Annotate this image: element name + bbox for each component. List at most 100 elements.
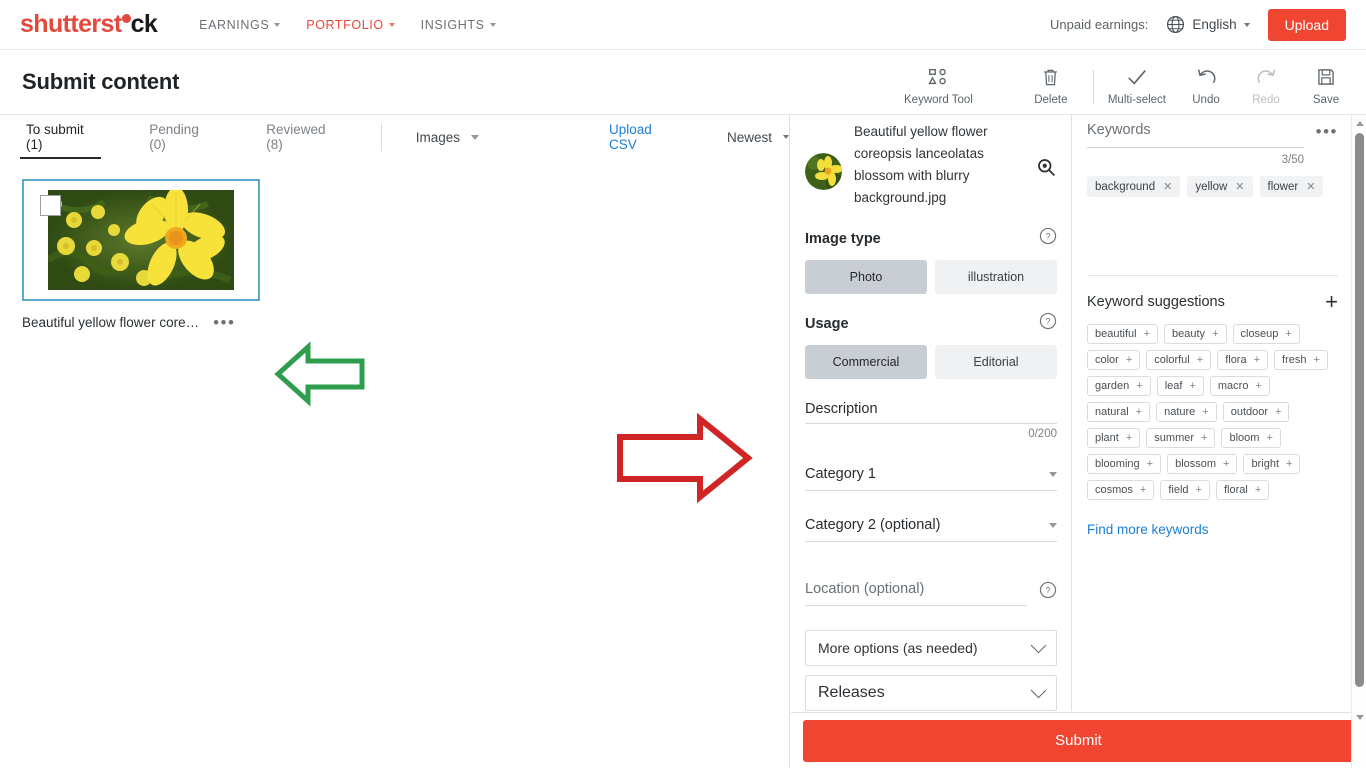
keyword-tool-button[interactable]: Keyword Tool xyxy=(904,65,973,106)
suggestion-chip[interactable]: cosmos + xyxy=(1087,480,1155,500)
suggestion-chip[interactable]: summer + xyxy=(1146,428,1216,448)
nav-right-group: Unpaid earnings: English Upload xyxy=(1050,8,1346,41)
suggestion-chip[interactable]: field + xyxy=(1160,480,1210,500)
scroll-down-arrow-icon[interactable] xyxy=(1356,715,1364,720)
save-button[interactable]: Save xyxy=(1304,65,1348,106)
shutterstock-logo[interactable]: shutterst ck xyxy=(20,10,158,39)
keyword-suggestions-header: Keyword suggestions + xyxy=(1087,291,1338,313)
nav-item-portfolio[interactable]: PORTFOLIO xyxy=(306,18,395,32)
suggestion-chip[interactable]: plant + xyxy=(1087,428,1141,448)
asset-thumbnail[interactable] xyxy=(22,179,260,301)
suggestion-chip[interactable]: floral + xyxy=(1215,480,1270,500)
red-right-arrow-annotation xyxy=(617,412,753,504)
page-scrollbar[interactable] xyxy=(1351,115,1366,768)
chevron-down-icon xyxy=(1030,682,1047,699)
plus-icon: + xyxy=(1254,484,1262,496)
suggestion-chip[interactable]: bloom + xyxy=(1221,428,1281,448)
suggestion-chip[interactable]: macro + xyxy=(1209,376,1270,396)
close-icon[interactable]: ✕ xyxy=(1306,180,1315,193)
plus-icon: + xyxy=(1139,484,1147,496)
suggestion-chip-label: field xyxy=(1168,484,1189,496)
nav-item-insights[interactable]: INSIGHTS xyxy=(421,18,496,32)
suggestion-chip[interactable]: nature + xyxy=(1156,402,1217,422)
kebab-menu-icon[interactable]: ••• xyxy=(213,314,235,331)
nav-item-earnings[interactable]: EARNINGS xyxy=(199,18,281,32)
image-type-illustration-option[interactable]: illustration xyxy=(935,260,1057,294)
suggestion-chip[interactable]: color + xyxy=(1087,350,1141,370)
question-circle-icon[interactable]: ? xyxy=(1039,227,1057,250)
keyword-chip[interactable]: flower ✕ xyxy=(1259,176,1324,197)
tab-reviewed[interactable]: Reviewed (8) xyxy=(264,115,339,159)
submit-bar: Submit xyxy=(791,712,1366,768)
suggestion-chip-label: outdoor xyxy=(1230,406,1269,418)
asset-caption-row: Beautiful yellow flower core… ••• xyxy=(22,314,282,331)
image-type-photo-option[interactable]: Photo xyxy=(805,260,927,294)
question-circle-icon[interactable]: ? xyxy=(1039,312,1057,335)
tab-pending[interactable]: Pending (0) xyxy=(147,115,213,159)
upload-csv-link[interactable]: Upload CSV xyxy=(609,122,675,152)
keywords-kebab-menu-icon[interactable]: ••• xyxy=(1316,123,1338,140)
category1-select[interactable]: Category 1 xyxy=(805,466,1057,491)
more-options-accordion[interactable]: More options (as needed) xyxy=(805,630,1057,666)
delete-button[interactable]: Delete xyxy=(1029,65,1073,106)
page-title: Submit content xyxy=(22,69,180,94)
asset-select-checkbox[interactable] xyxy=(40,195,61,216)
tab-to-submit[interactable]: To submit (1) xyxy=(19,115,102,159)
undo-button[interactable]: Undo xyxy=(1184,65,1228,106)
multi-select-button[interactable]: Multi-select xyxy=(1108,65,1166,106)
keyword-suggestion-list: beautiful + beauty + closeup + color + color… xyxy=(1087,324,1338,500)
description-input[interactable]: Description xyxy=(805,401,1057,424)
plus-icon: + xyxy=(1125,432,1133,444)
usage-commercial-option[interactable]: Commercial xyxy=(805,345,927,379)
suggestion-chip[interactable]: beauty + xyxy=(1164,324,1227,344)
plus-icon: + xyxy=(1253,354,1261,366)
question-circle-icon[interactable]: ? xyxy=(1039,581,1057,604)
sort-selector[interactable]: Newest xyxy=(727,130,790,145)
file-header: Beautiful yellow flower coreopsis lanceo… xyxy=(805,115,1057,209)
keyword-chip[interactable]: background ✕ xyxy=(1087,176,1181,197)
suggestion-chip[interactable]: fresh + xyxy=(1274,350,1328,370)
keyword-chip[interactable]: yellow ✕ xyxy=(1187,176,1253,197)
suggestion-chip[interactable]: bright + xyxy=(1243,454,1301,474)
scrollbar-thumb[interactable] xyxy=(1355,133,1364,687)
nav-item-insights-label: INSIGHTS xyxy=(420,17,485,32)
asset-card[interactable]: Beautiful yellow flower core… ••• xyxy=(22,179,260,331)
plus-icon: + xyxy=(1201,432,1208,444)
keywords-input[interactable]: Keywords xyxy=(1087,121,1304,148)
scroll-up-arrow-icon[interactable] xyxy=(1356,121,1364,126)
find-more-keywords-link[interactable]: Find more keywords xyxy=(1087,522,1338,537)
location-input[interactable]: Location (optional) xyxy=(805,580,1027,606)
suggestion-chip[interactable]: colorful + xyxy=(1146,350,1212,370)
keywords-panel: Keywords ••• 3/50 background ✕ yellow ✕ … xyxy=(1073,115,1352,711)
suggestion-chip[interactable]: blossom + xyxy=(1167,454,1238,474)
language-selector[interactable]: English xyxy=(1166,15,1250,34)
redo-button[interactable]: Redo xyxy=(1244,65,1288,106)
releases-accordion[interactable]: Releases xyxy=(805,675,1057,711)
page-subheader: Submit content Keyword Tool Delete Multi… xyxy=(0,50,1366,115)
editor-toolbar: Keyword Tool Delete Multi-select Undo Re… xyxy=(904,50,1348,114)
plus-icon[interactable]: + xyxy=(1325,291,1338,313)
media-type-filter[interactable]: Images xyxy=(416,130,480,145)
suggestion-chip-label: blooming xyxy=(1095,458,1140,470)
plus-icon: + xyxy=(1135,406,1143,418)
suggestion-chip[interactable]: garden + xyxy=(1087,376,1151,396)
category2-select[interactable]: Category 2 (optional) xyxy=(805,517,1057,542)
close-icon[interactable]: ✕ xyxy=(1235,180,1244,193)
suggestion-chip[interactable]: closeup + xyxy=(1232,324,1300,344)
suggestion-chip[interactable]: beautiful + xyxy=(1087,324,1159,344)
suggestion-chip[interactable]: flora + xyxy=(1217,350,1269,370)
more-options-label: More options (as needed) xyxy=(818,640,978,656)
upload-button[interactable]: Upload xyxy=(1267,8,1346,41)
close-icon[interactable]: ✕ xyxy=(1163,180,1172,193)
submit-button[interactable]: Submit xyxy=(802,719,1355,762)
keywords-header: Keywords ••• xyxy=(1087,115,1338,148)
suggestion-chip[interactable]: blooming + xyxy=(1087,454,1162,474)
suggestion-chip-label: color xyxy=(1095,354,1119,366)
suggestion-chip[interactable]: outdoor + xyxy=(1222,402,1290,422)
magnifier-icon[interactable] xyxy=(1036,157,1057,183)
keyword-chip-label: yellow xyxy=(1195,180,1228,193)
suggestion-chip[interactable]: natural + xyxy=(1087,402,1151,422)
suggestion-chip-label: plant xyxy=(1095,432,1119,444)
usage-editorial-option[interactable]: Editorial xyxy=(935,345,1057,379)
suggestion-chip[interactable]: leaf + xyxy=(1156,376,1204,396)
